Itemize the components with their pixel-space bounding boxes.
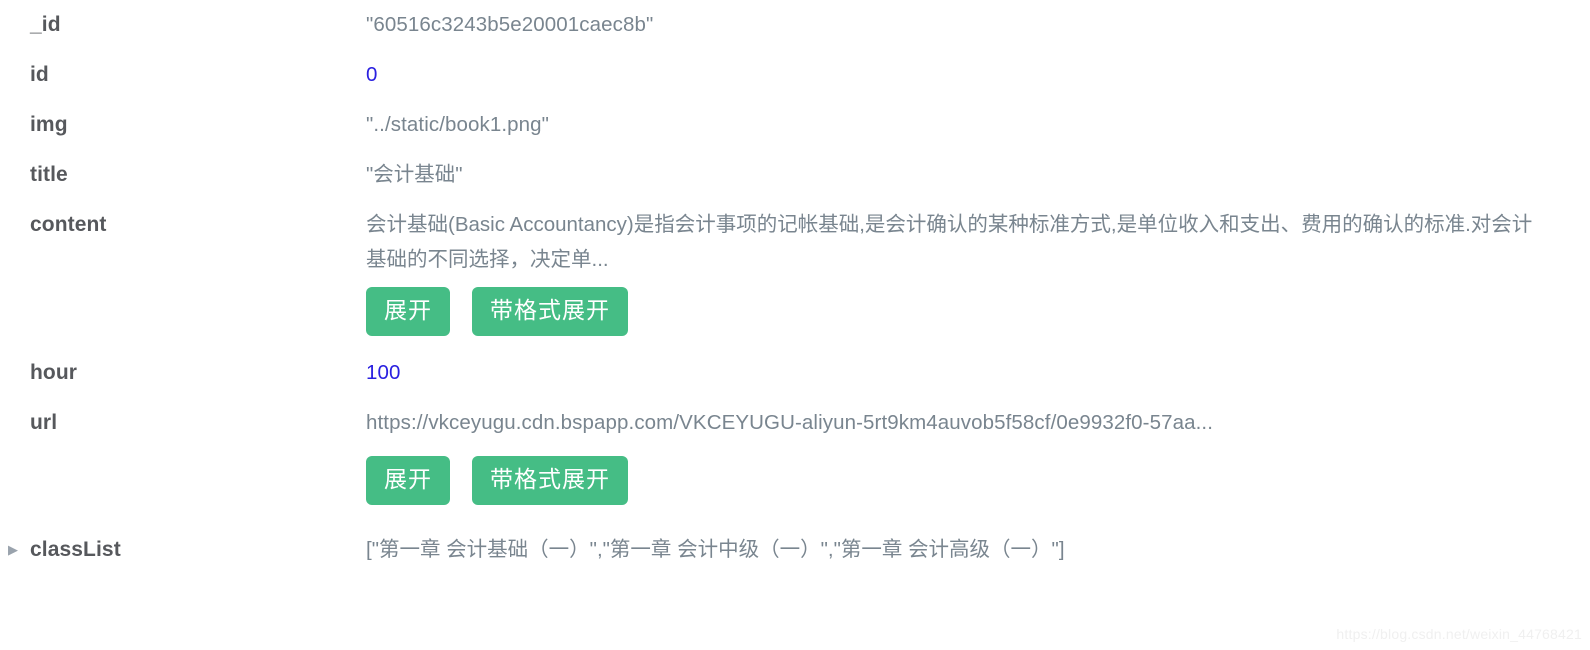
chevron-right-icon[interactable]: ▶: [8, 525, 18, 575]
property-value-text: 会计基础(Basic Accountancy)是指会计事项的记帐基础,是会计确认…: [366, 213, 1533, 271]
property-key-cell: url: [0, 398, 366, 448]
property-row-title: title "会计基础": [0, 150, 1590, 200]
url-expand-formatted-button[interactable]: 带格式展开: [472, 456, 628, 505]
property-key-label: id: [30, 63, 49, 86]
property-value-array: ["第一章 会计基础（一）","第一章 会计中级（一）","第一章 会计高级（一…: [366, 538, 1065, 561]
property-value-text: "会计基础": [366, 163, 463, 186]
property-value-text: "60516c3243b5e20001caec8b": [366, 13, 654, 36]
property-key-cell: title: [0, 150, 366, 200]
property-value-cell: 0: [366, 50, 1590, 100]
property-key-label: _id: [30, 13, 61, 36]
property-key-cell: ▶ classList: [0, 525, 366, 575]
property-key-label: img: [30, 113, 68, 136]
property-key-cell: hour: [0, 348, 366, 398]
url-expand-button-row: 展开 带格式展开: [366, 448, 1570, 517]
property-value-number: 0: [366, 63, 378, 86]
content-expand-formatted-button[interactable]: 带格式展开: [472, 287, 628, 336]
property-key-cell: id: [0, 50, 366, 100]
property-key-label: content: [30, 213, 107, 236]
property-value-cell: 100: [366, 348, 1590, 398]
property-value-number: 100: [366, 361, 401, 384]
property-value-cell: "../static/book1.png": [366, 100, 1590, 150]
url-expand-button[interactable]: 展开: [366, 456, 450, 505]
property-value-cell: "60516c3243b5e20001caec8b": [366, 0, 1590, 50]
property-value-cell: ["第一章 会计基础（一）","第一章 会计中级（一）","第一章 会计高级（一…: [366, 525, 1590, 575]
property-value-text: "../static/book1.png": [366, 113, 550, 136]
content-expand-button[interactable]: 展开: [366, 287, 450, 336]
property-key-cell: content: [0, 200, 366, 250]
property-key-label: url: [30, 411, 58, 434]
csdn-watermark: https://blog.csdn.net/weixin_44768421: [1336, 626, 1582, 642]
property-value-text: https://vkceyugu.cdn.bspapp.com/VKCEYUGU…: [366, 411, 1213, 434]
property-key-cell: img: [0, 100, 366, 150]
property-value-cell: "会计基础": [366, 150, 1590, 200]
property-key-cell: _id: [0, 0, 366, 50]
content-expand-button-row: 展开 带格式展开: [366, 279, 1570, 348]
row-spacer: [0, 517, 1590, 525]
property-key-label: classList: [30, 538, 121, 561]
object-inspector: _id "60516c3243b5e20001caec8b" id 0 img …: [0, 0, 1590, 650]
property-key-label: title: [30, 163, 68, 186]
property-row-classlist: ▶ classList ["第一章 会计基础（一）","第一章 会计中级（一）"…: [0, 525, 1590, 575]
property-row-url: url https://vkceyugu.cdn.bspapp.com/VKCE…: [0, 398, 1590, 517]
property-value-cell: https://vkceyugu.cdn.bspapp.com/VKCEYUGU…: [366, 398, 1590, 517]
property-value-cell: 会计基础(Basic Accountancy)是指会计事项的记帐基础,是会计确认…: [366, 200, 1590, 348]
property-row-hour: hour 100: [0, 348, 1590, 398]
property-row-img: img "../static/book1.png": [0, 100, 1590, 150]
property-key-label: hour: [30, 361, 78, 384]
property-row-id: id 0: [0, 50, 1590, 100]
property-row-_id: _id "60516c3243b5e20001caec8b": [0, 0, 1590, 50]
property-row-content: content 会计基础(Basic Accountancy)是指会计事项的记帐…: [0, 200, 1590, 348]
